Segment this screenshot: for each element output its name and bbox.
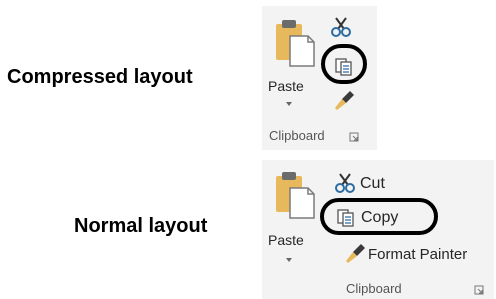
cut-icon[interactable]: [330, 16, 352, 38]
cut-icon: [335, 173, 355, 193]
paste-label: Paste: [268, 232, 304, 248]
paste-label: Paste: [268, 78, 304, 94]
copy-highlight-ring: [321, 44, 367, 84]
chevron-down-icon[interactable]: [286, 102, 292, 106]
dialog-launcher-icon[interactable]: [349, 132, 359, 142]
clipboard-group-label: Clipboard: [346, 281, 402, 296]
paste-icon: [276, 172, 315, 219]
dialog-launcher-icon[interactable]: [474, 285, 484, 295]
normal-layout-label: Normal layout: [74, 215, 208, 237]
format-painter-icon[interactable]: [333, 90, 355, 112]
paste-icon: [276, 20, 315, 67]
cut-label: Cut: [360, 175, 385, 192]
paste-button[interactable]: Paste: [268, 14, 316, 106]
normal-clipboard-group: Paste Cut Copy Format Painter Clipboard: [262, 160, 494, 299]
format-painter-label: Format Painter: [368, 246, 468, 263]
clipboard-group-label: Clipboard: [269, 128, 325, 143]
compressed-layout-label: Compressed layout: [7, 66, 193, 88]
copy-highlight-ring: [320, 198, 438, 235]
chevron-down-icon[interactable]: [286, 258, 292, 262]
paste-button[interactable]: Paste: [268, 166, 316, 262]
format-painter-button[interactable]: Format Painter: [344, 242, 492, 266]
cut-button[interactable]: Cut: [334, 172, 404, 196]
compressed-clipboard-group: Paste Clipboard: [262, 6, 377, 150]
format-painter-icon: [346, 244, 365, 263]
